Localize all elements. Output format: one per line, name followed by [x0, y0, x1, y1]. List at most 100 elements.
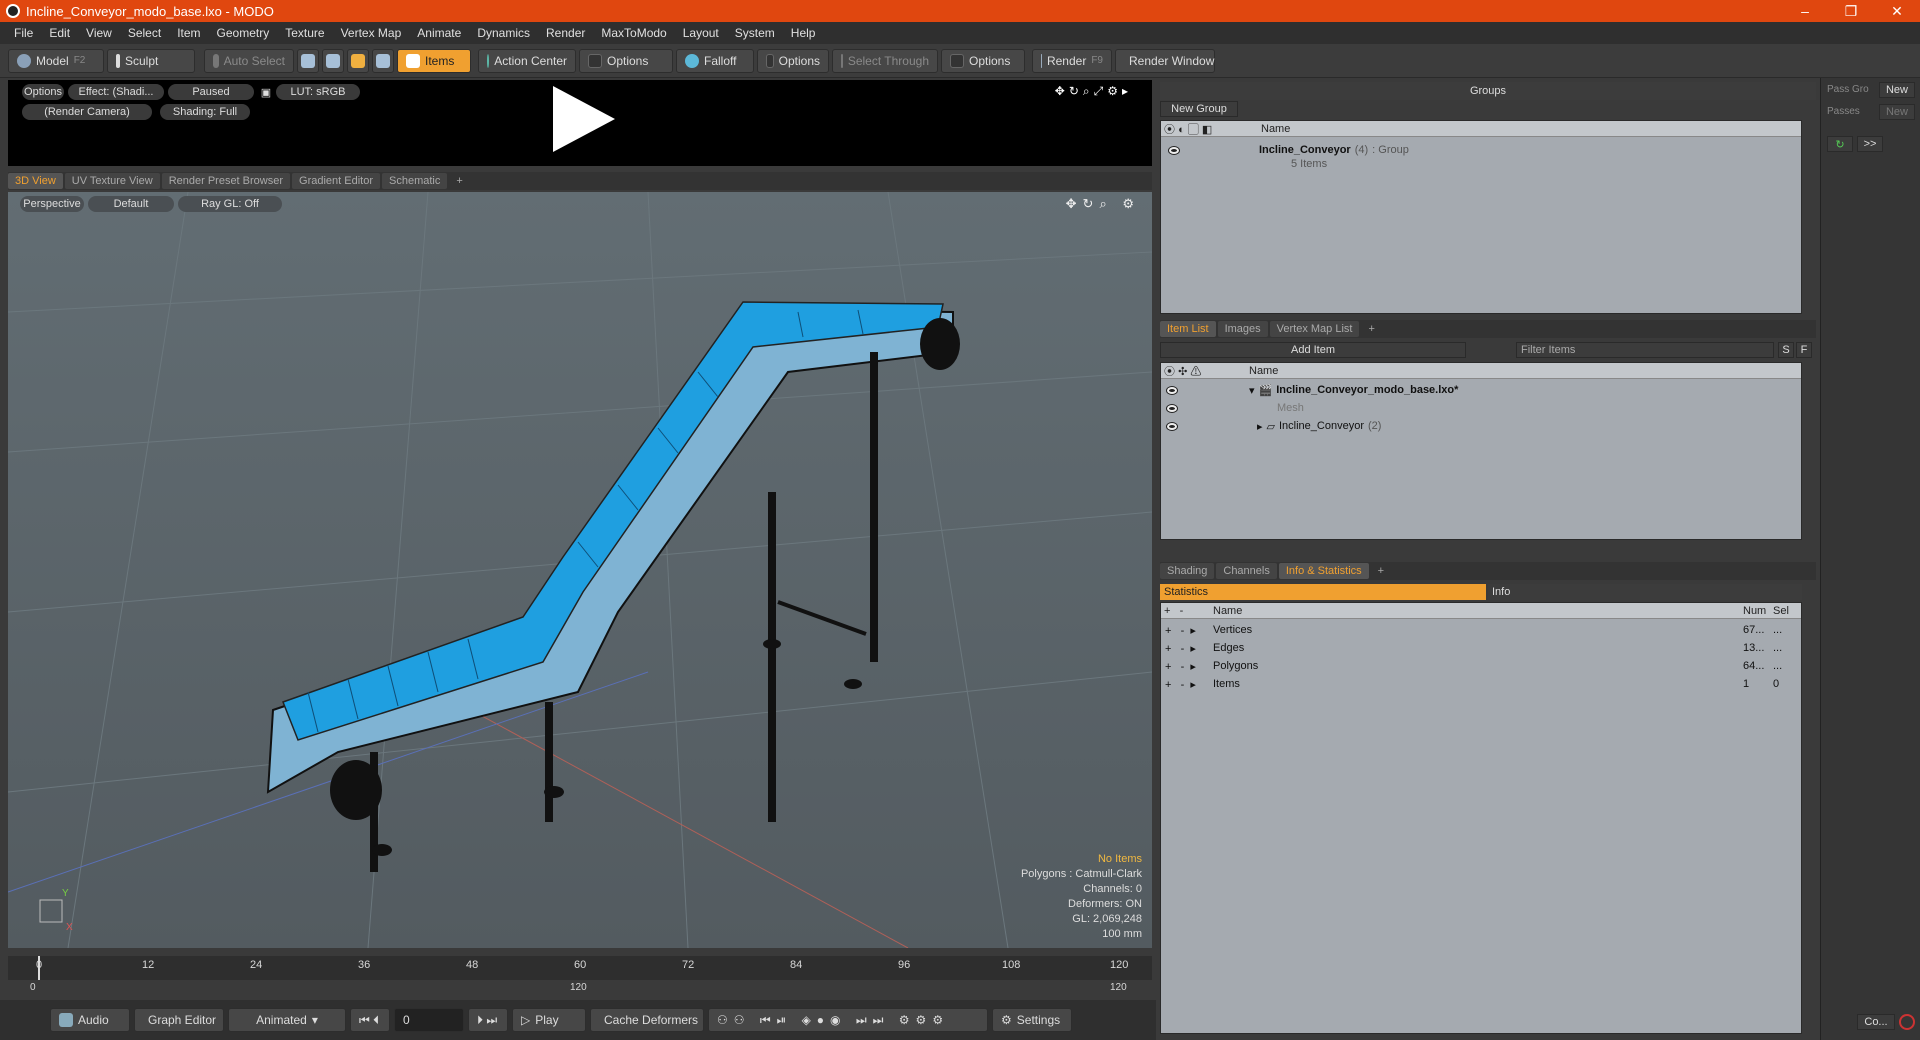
co-button[interactable]: Co...: [1857, 1014, 1895, 1030]
preview-controls[interactable]: ✥↻⌕⤢⚙▸: [1055, 84, 1132, 99]
tab-images[interactable]: Images: [1217, 321, 1268, 337]
preview-options-button[interactable]: Options: [22, 84, 64, 100]
settings-button[interactable]: ⚙ Settings: [992, 1008, 1072, 1032]
3d-viewport[interactable]: Y X Perspective Default Ray GL: Off ✥↻⌕ …: [8, 192, 1152, 948]
default-style-dropdown[interactable]: Default: [88, 196, 174, 212]
perspective-dropdown[interactable]: Perspective: [20, 196, 84, 212]
tab-item-list[interactable]: Item List: [1160, 321, 1216, 337]
item-list[interactable]: ⦿ ✣ ⚠ Name ▾ 🎬 Incline_Conveyor_modo_bas…: [1160, 362, 1802, 540]
item-row-group[interactable]: ▸ ▱ Incline_Conveyor (2): [1167, 417, 1797, 435]
tab-schematic[interactable]: Schematic: [382, 173, 448, 189]
stats-row-vertices[interactable]: + - ▸ Vertices 67... ...: [1165, 621, 1801, 639]
playhead[interactable]: [38, 956, 40, 980]
groups-list[interactable]: ⦿ ◐ ▢ ◧ Name Incline_Conveyor (4) : Grou…: [1160, 120, 1802, 314]
tab-info-statistics[interactable]: Info & Statistics: [1278, 563, 1369, 579]
polygons-mode-button[interactable]: [347, 48, 369, 73]
row-controls[interactable]: + - ▸: [1165, 660, 1213, 673]
tab-3d-view[interactable]: 3D View: [8, 173, 63, 189]
menu-animate[interactable]: Animate: [409, 26, 469, 40]
minimize-button[interactable]: –: [1782, 3, 1828, 19]
action-center-button[interactable]: Action Center: [478, 48, 576, 73]
edges-mode-button[interactable]: [322, 48, 344, 73]
menu-texture[interactable]: Texture: [277, 26, 332, 40]
add-stats-tab[interactable]: +: [1371, 563, 1391, 579]
viewport-nav-controls[interactable]: ✥↻⌕ ⚙: [1066, 196, 1140, 212]
falloff-options-button[interactable]: Options: [757, 48, 829, 73]
tab-render-preset-browser[interactable]: Render Preset Browser: [161, 173, 291, 189]
preview-lut-dropdown[interactable]: LUT: sRGB: [276, 84, 360, 100]
select-options-button[interactable]: Options: [941, 48, 1025, 73]
tab-shading[interactable]: Shading: [1160, 563, 1215, 579]
auto-select-button[interactable]: Auto Select: [204, 48, 294, 73]
eye-icon[interactable]: [1167, 404, 1177, 412]
vertices-mode-button[interactable]: [297, 48, 319, 73]
row-controls[interactable]: + - ▸: [1165, 678, 1213, 691]
select-through-button[interactable]: Select Through: [832, 48, 938, 73]
stats-row-items[interactable]: + - ▸ Items 1 0: [1165, 675, 1801, 693]
items-mode-button[interactable]: Items: [397, 48, 471, 73]
menu-system[interactable]: System: [727, 26, 783, 40]
tab-vertex-map-list[interactable]: Vertex Map List: [1269, 321, 1360, 337]
timeline[interactable]: 0 12 24 36 48 60 72 84 96 108 120 0 120 …: [8, 952, 1152, 996]
tab-gradient-editor[interactable]: Gradient Editor: [292, 173, 380, 189]
more-button[interactable]: >>: [1857, 136, 1883, 152]
row-controls[interactable]: + - ▸: [1165, 642, 1213, 655]
audio-button[interactable]: Audio: [50, 1008, 130, 1032]
menu-file[interactable]: File: [6, 26, 41, 40]
falloff-button[interactable]: Falloff: [676, 48, 754, 73]
menu-render[interactable]: Render: [538, 26, 593, 40]
menu-select[interactable]: Select: [120, 26, 169, 40]
timeline-ruler[interactable]: 0 12 24 36 48 60 72 84 96 108 120: [8, 956, 1152, 980]
step-forward-buttons[interactable]: ⏵ ⏭: [468, 1008, 508, 1032]
add-item-button[interactable]: Add Item: [1160, 342, 1466, 358]
menu-help[interactable]: Help: [783, 26, 824, 40]
play-button[interactable]: ▷ Play: [512, 1008, 586, 1032]
eye-icon[interactable]: [1167, 386, 1177, 394]
preview-camera-dropdown[interactable]: (Render Camera): [22, 104, 152, 120]
menu-geometry[interactable]: Geometry: [209, 26, 278, 40]
tab-channels[interactable]: Channels: [1216, 563, 1277, 579]
eye-icon[interactable]: [1167, 422, 1177, 430]
info-tab[interactable]: Info: [1488, 584, 1802, 600]
materials-mode-button[interactable]: [372, 48, 394, 73]
key-tools[interactable]: ⚇⚇ ⏮⏯ ◈●◉ ⏭⏭ ⚙⚙⚙: [708, 1008, 988, 1032]
row-controls[interactable]: + - ▸: [1165, 624, 1213, 637]
action-center-options-button[interactable]: Options: [579, 48, 673, 73]
frame-input[interactable]: 0: [394, 1008, 464, 1032]
close-button[interactable]: ✕: [1874, 3, 1920, 20]
play-icon[interactable]: [553, 86, 615, 152]
menu-maxtomodo[interactable]: MaxToModo: [593, 26, 674, 40]
preview-shading-dropdown[interactable]: Shading: Full: [160, 104, 250, 120]
menu-item[interactable]: Item: [169, 26, 208, 40]
animated-dropdown[interactable]: Animated ▾: [228, 1008, 346, 1032]
cache-deformers-button[interactable]: Cache Deformers: [590, 1008, 704, 1032]
group-row[interactable]: Incline_Conveyor (4) : Group: [1169, 141, 1799, 159]
preview-effect-dropdown[interactable]: Effect: (Shadi...: [68, 84, 164, 100]
stats-row-polygons[interactable]: + - ▸ Polygons 64... ...: [1165, 657, 1801, 675]
menu-view[interactable]: View: [78, 26, 120, 40]
expand-arrow-icon[interactable]: ▾: [1249, 384, 1255, 397]
graph-editor-button[interactable]: Graph Editor: [134, 1008, 224, 1032]
add-tab-button[interactable]: +: [449, 173, 469, 189]
collapsed-arrow-icon[interactable]: ▸: [1257, 420, 1263, 433]
render-window-button[interactable]: Render Window: [1115, 48, 1215, 73]
eye-icon[interactable]: [1169, 146, 1179, 154]
new-group-button[interactable]: New Group: [1160, 101, 1238, 117]
refresh-icon[interactable]: ↻: [1827, 136, 1853, 152]
sculpt-mode-button[interactable]: Sculpt: [107, 48, 195, 73]
lock-icon[interactable]: ▣: [260, 84, 272, 100]
s-button[interactable]: S: [1778, 342, 1794, 358]
raygl-dropdown[interactable]: Ray GL: Off: [178, 196, 282, 212]
tab-uv-texture-view[interactable]: UV Texture View: [64, 173, 160, 189]
maximize-button[interactable]: ❐: [1828, 3, 1874, 20]
menu-layout[interactable]: Layout: [675, 26, 727, 40]
new-pass-button[interactable]: New: [1879, 104, 1915, 120]
add-itemlist-tab[interactable]: +: [1361, 321, 1381, 337]
render-button[interactable]: Render F9: [1032, 48, 1112, 73]
model-mode-button[interactable]: Model F2: [8, 48, 104, 73]
item-row-mesh[interactable]: Mesh: [1167, 399, 1797, 417]
menu-edit[interactable]: Edit: [41, 26, 78, 40]
stats-row-edges[interactable]: + - ▸ Edges 13... ...: [1165, 639, 1801, 657]
preview-paused-button[interactable]: Paused: [168, 84, 254, 100]
menu-vertex-map[interactable]: Vertex Map: [333, 26, 410, 40]
